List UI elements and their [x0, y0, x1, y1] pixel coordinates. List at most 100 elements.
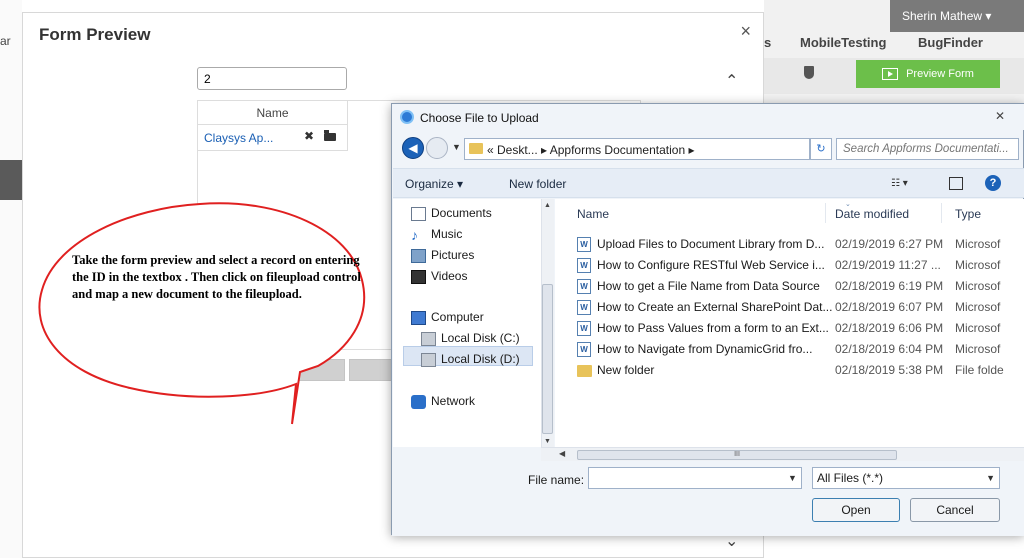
new-folder-button[interactable]: New folder: [509, 177, 566, 191]
word-document-icon: W: [577, 321, 591, 336]
file-date: 02/18/2019 6:07 PM: [835, 300, 944, 314]
menu-item-mobiletesting[interactable]: MobileTesting: [800, 35, 886, 50]
form-preview-title: Form Preview: [39, 25, 151, 44]
file-row[interactable]: W How to Pass Values from a form to an E…: [555, 319, 1024, 339]
file-row[interactable]: W How to get a File Name from Data Sourc…: [555, 277, 1024, 297]
file-row[interactable]: W Upload Files to Document Library from …: [555, 235, 1024, 255]
word-document-icon: W: [577, 342, 591, 357]
nav-item-label: Local Disk (C:): [441, 331, 520, 345]
chevron-down-icon[interactable]: ▼: [788, 473, 797, 483]
documents-icon: [411, 207, 426, 221]
column-header-type[interactable]: Type: [955, 207, 981, 221]
shield-icon[interactable]: [804, 66, 814, 79]
nav-item-local-disk-c[interactable]: Local Disk (C:): [421, 331, 520, 349]
file-name: How to Navigate from DynamicGrid fro...: [597, 342, 813, 356]
music-icon: ♪: [411, 227, 418, 243]
file-type: Microsof: [955, 342, 1001, 356]
dialog-footer: File name: ▼ All Files (*.*) ▼ Open Canc…: [392, 461, 1024, 536]
word-document-icon: W: [577, 300, 591, 315]
plus-icon: +: [206, 329, 214, 343]
folder-open-icon[interactable]: [324, 130, 336, 141]
folder-row[interactable]: New folder 02/18/2019 5:38 PM File folde: [555, 361, 1024, 381]
background-left-panel: [0, 160, 22, 200]
open-button[interactable]: Open: [812, 498, 900, 522]
folder-icon: [577, 365, 592, 377]
nav-item-label: Documents: [431, 206, 492, 220]
user-name[interactable]: Sherin Mathew ▾: [902, 9, 991, 23]
file-row[interactable]: W How to Configure RESTful Web Service i…: [555, 256, 1024, 276]
nav-item-label: Pictures: [431, 248, 475, 262]
horizontal-scroll-thumb[interactable]: III: [577, 450, 897, 460]
column-header-name[interactable]: Name: [577, 207, 609, 221]
scroll-up-icon[interactable]: ⌃: [725, 71, 738, 91]
file-list: Name ⌄ Date modified Type W Upload Files…: [555, 199, 1024, 447]
nav-item-pictures[interactable]: Pictures: [411, 248, 475, 266]
word-document-icon: W: [577, 258, 591, 273]
nav-item-local-disk-d[interactable]: Local Disk (D:): [421, 352, 520, 370]
videos-icon: [411, 270, 426, 284]
back-arrow-icon[interactable]: ◀: [402, 137, 424, 159]
choose-file-dialog: Choose File to Upload ✕ ◀ ▼ « Deskt... ▸…: [391, 103, 1024, 536]
refresh-icon[interactable]: ↻: [810, 138, 832, 160]
file-date: 02/18/2019 5:38 PM: [835, 363, 944, 377]
background-left-strip: [0, 0, 22, 558]
file-date: 02/19/2019 11:27 ...: [835, 258, 941, 272]
nav-item-videos[interactable]: Videos: [411, 269, 468, 287]
search-input[interactable]: [836, 138, 1019, 160]
navigation-pane: Documents ♪ Music Pictures Videos Compute…: [393, 199, 541, 447]
help-icon[interactable]: ?: [985, 175, 1001, 191]
menu-item-bugfinder[interactable]: BugFinder: [918, 35, 983, 50]
file-name: How to get a File Name from Data Source: [597, 279, 820, 293]
scroll-down-icon[interactable]: ▼: [544, 438, 551, 445]
grid-row: Claysys Ap... ✖: [198, 125, 348, 151]
annotation-text: Take the form preview and select a recor…: [72, 253, 361, 301]
column-separator: [825, 203, 826, 223]
nav-item-label: Videos: [431, 269, 468, 283]
organize-menu[interactable]: Organize ▾: [405, 177, 463, 191]
nav-item-computer[interactable]: Computer: [411, 310, 484, 328]
file-date: 02/18/2019 6:19 PM: [835, 279, 944, 293]
column-separator: [941, 203, 942, 223]
preview-form-label: Preview Form: [906, 68, 974, 80]
file-row[interactable]: W How to Create an External SharePoint D…: [555, 298, 1024, 318]
cancel-button[interactable]: Cancel: [910, 498, 1000, 522]
nav-item-documents[interactable]: Documents: [411, 206, 492, 224]
dialog-titlebar[interactable]: Choose File to Upload ✕: [392, 104, 1024, 130]
address-path[interactable]: « Deskt... ▸ Appforms Documentation ▸: [487, 143, 694, 157]
preview-icon: [882, 68, 899, 80]
add-row-label: Add Row: [217, 329, 266, 343]
file-type-select[interactable]: All Files (*.*) ▼: [812, 467, 1000, 489]
submit-button[interactable]: Submit: [197, 359, 345, 381]
file-row[interactable]: W How to Navigate from DynamicGrid fro..…: [555, 340, 1024, 360]
preview-form-button[interactable]: Preview Form: [856, 60, 1000, 88]
close-icon[interactable]: ×: [740, 21, 751, 42]
file-name: How to Configure RESTful Web Service i..…: [597, 258, 825, 272]
file-link[interactable]: Claysys Ap...: [204, 131, 273, 145]
file-type: Microsof: [955, 237, 1001, 251]
file-name: New folder: [597, 363, 655, 377]
forward-arrow-icon[interactable]: [426, 137, 448, 159]
grid-column-header: Name: [198, 101, 348, 125]
address-bar[interactable]: « Deskt... ▸ Appforms Documentation ▸ ▼: [464, 138, 878, 160]
history-dropdown-icon[interactable]: ▼: [452, 142, 461, 152]
preview-pane-icon[interactable]: [949, 177, 963, 190]
delete-icon[interactable]: ✖: [304, 129, 314, 143]
views-icon[interactable]: ☷ ▾: [891, 178, 908, 189]
menu-item-partial[interactable]: s: [764, 35, 771, 50]
nav-scroll-thumb[interactable]: [542, 284, 553, 434]
computer-icon: [411, 311, 426, 325]
horizontal-scrollbar[interactable]: ◀ III: [541, 447, 1024, 461]
disk-icon: [421, 353, 436, 367]
internet-explorer-icon: [400, 110, 414, 124]
close-icon[interactable]: ✕: [972, 107, 1024, 125]
nav-item-network[interactable]: Network: [411, 394, 475, 412]
file-name-input[interactable]: [588, 467, 802, 489]
file-name: How to Create an External SharePoint Dat…: [597, 300, 833, 314]
file-name: Upload Files to Document Library from D.…: [597, 237, 825, 251]
column-header-date[interactable]: Date modified: [835, 207, 909, 221]
scroll-up-icon[interactable]: ▲: [544, 202, 551, 209]
id-textbox[interactable]: [197, 67, 347, 90]
nav-item-music[interactable]: ♪ Music: [411, 227, 462, 245]
add-row-link[interactable]: + Add Row: [206, 329, 266, 343]
scroll-left-icon[interactable]: ◀: [559, 449, 565, 458]
